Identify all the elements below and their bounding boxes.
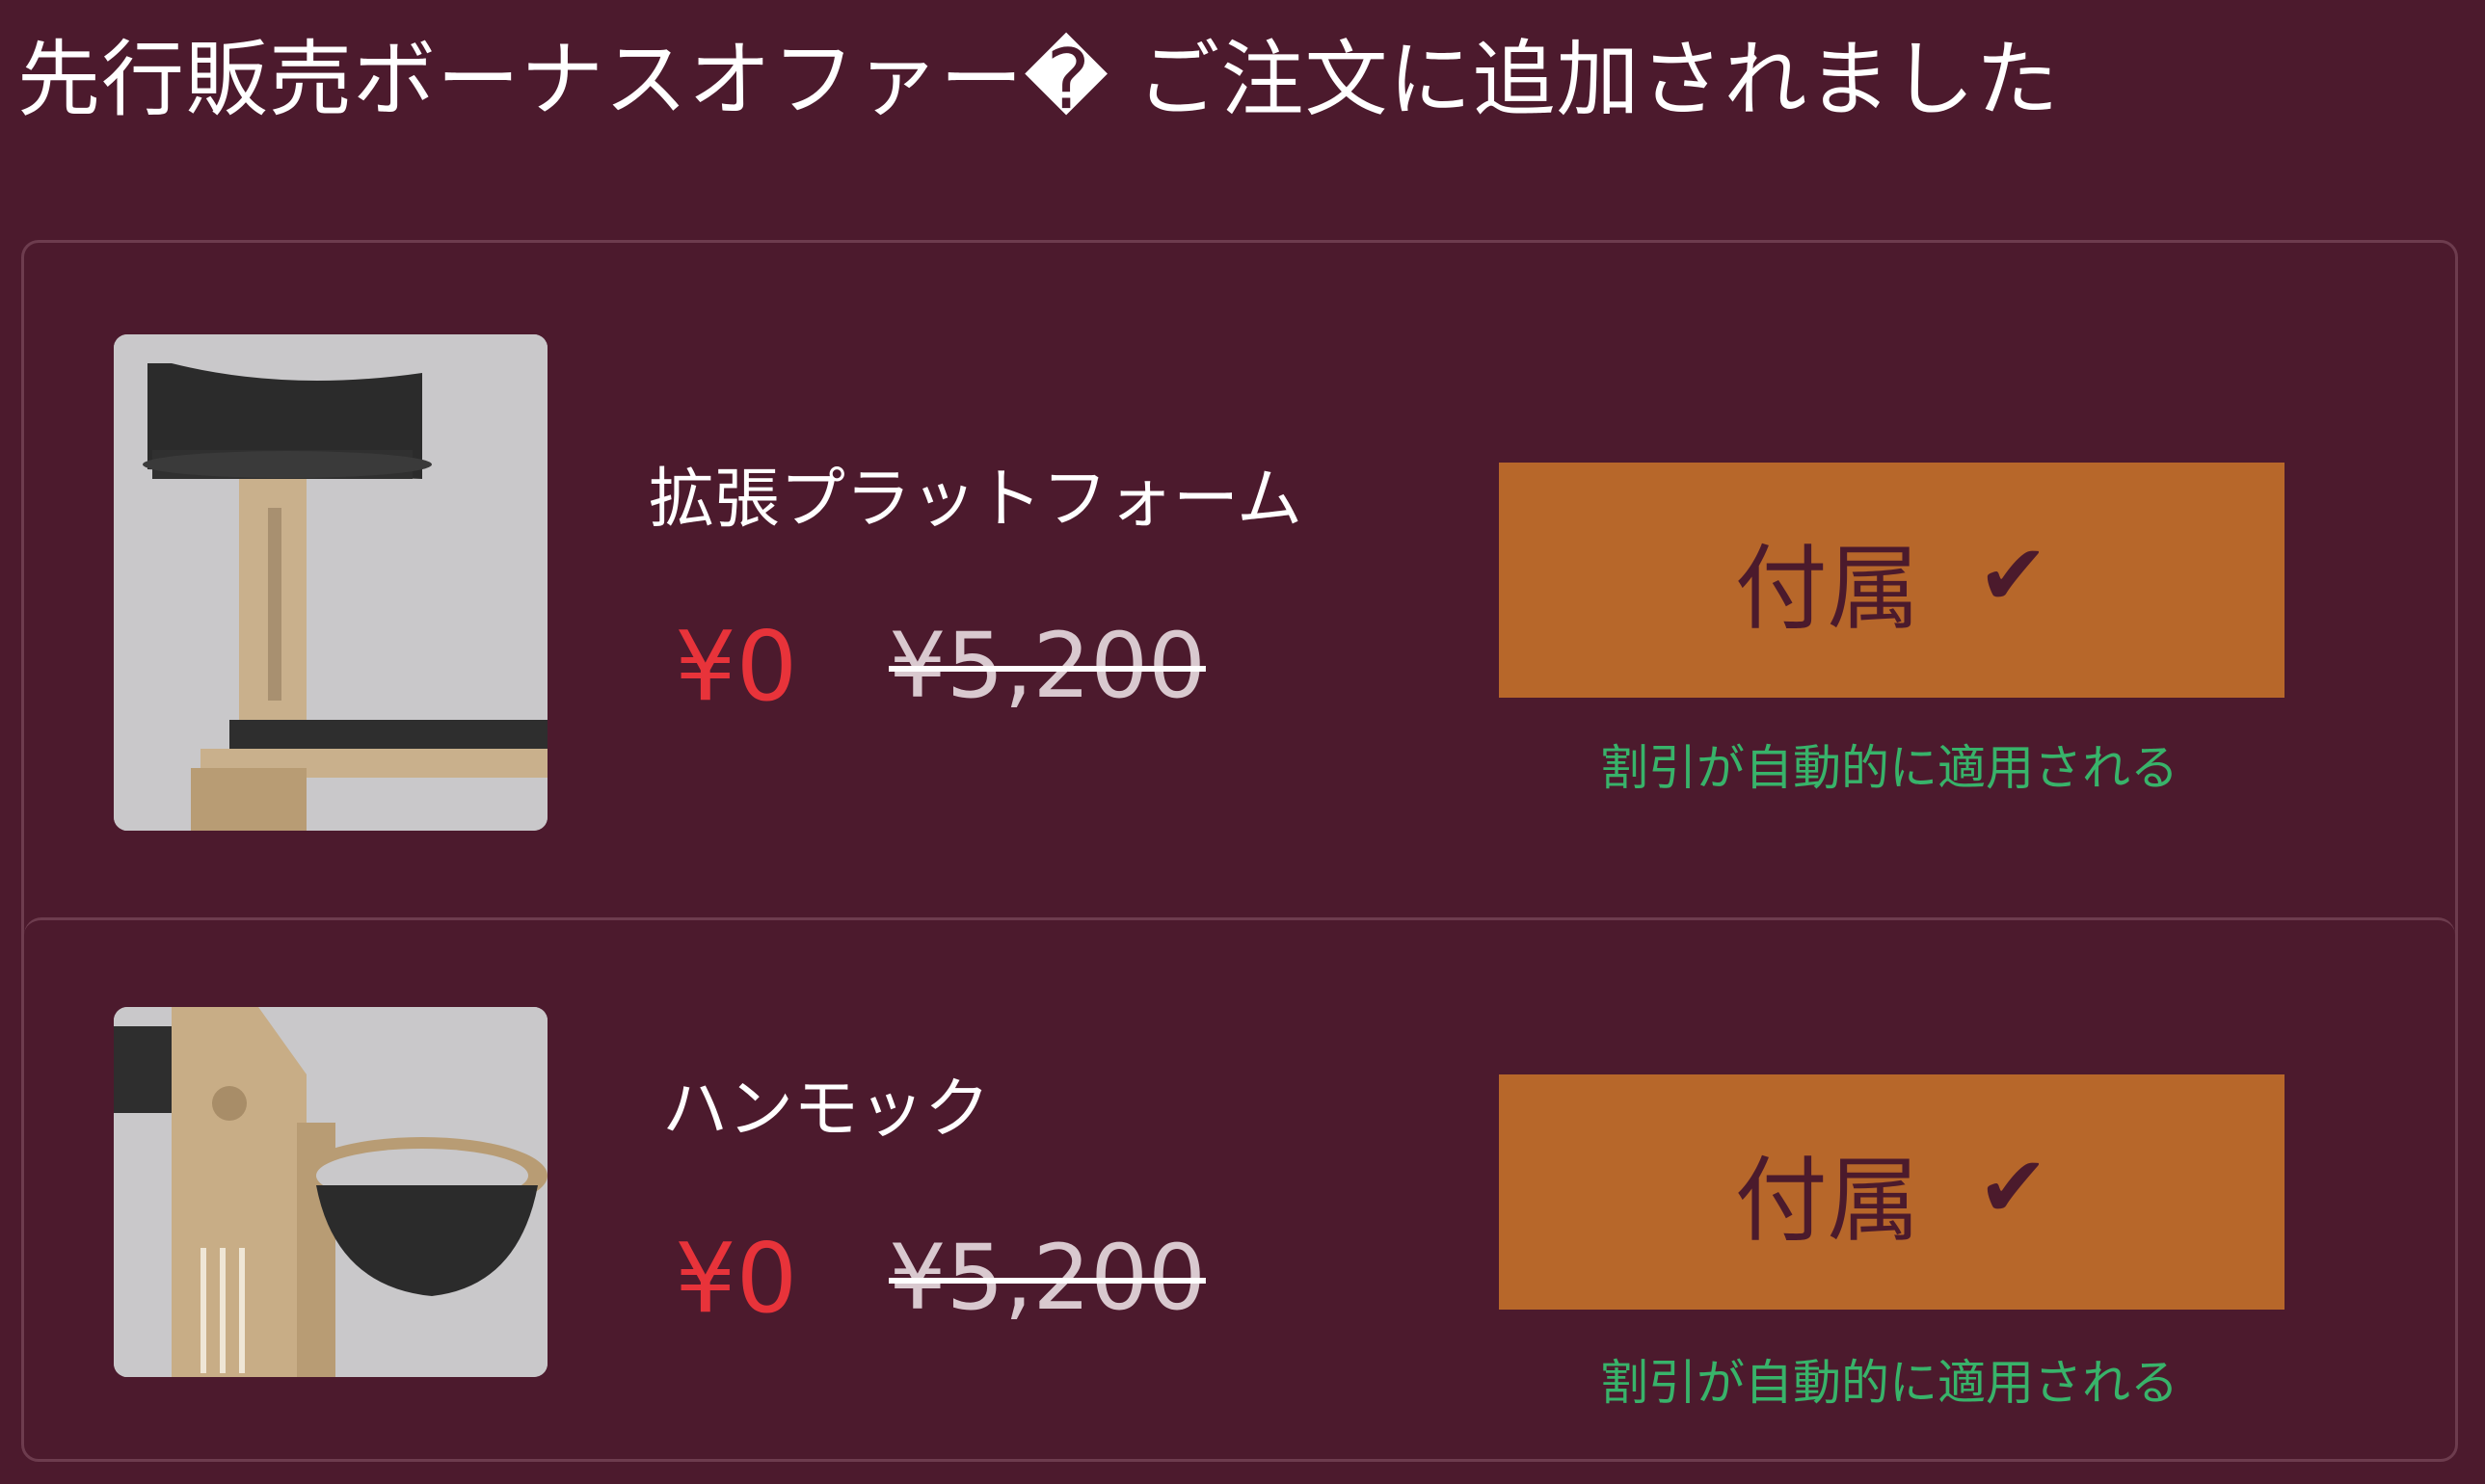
page-title: 先行販売ボーナスオファー� ご注文に追加されました [17,32,2060,128]
included-button[interactable]: 付属 ✔ [1499,1074,2285,1310]
offer-row-expansion-platform: 拡張プラットフォーム ¥0 ¥5,200 付属 ✔ 割引が自動的に適用される [24,243,2455,917]
original-price: ¥5,200 [889,614,1206,719]
product-name: ハンモック [662,1072,991,1148]
hammock-image [114,1007,548,1377]
checkmark-icon: ✔ [1977,524,2049,624]
discount-note: 割引が自動的に適用される [1600,1355,2178,1411]
included-label: 付属 [1734,1146,1920,1255]
checkmark-icon: ✔ [1977,1136,2049,1236]
product-name: 拡張プラットフォーム [649,462,1302,538]
sale-price: ¥0 [675,610,798,723]
sale-price: ¥0 [675,1222,798,1335]
included-button[interactable]: 付属 ✔ [1499,463,2285,698]
offer-row-hammock: ハンモック ¥0 ¥5,200 付属 ✔ 割引が自動的に適用される [24,917,2455,1465]
bonus-offer-card: 拡張プラットフォーム ¥0 ¥5,200 付属 ✔ 割引が自動的に適用される ハ… [21,240,2458,1462]
discount-note: 割引が自動的に適用される [1600,740,2178,796]
expansion-platform-image [114,334,548,831]
original-price: ¥5,200 [889,1226,1206,1331]
included-label: 付属 [1734,534,1920,643]
